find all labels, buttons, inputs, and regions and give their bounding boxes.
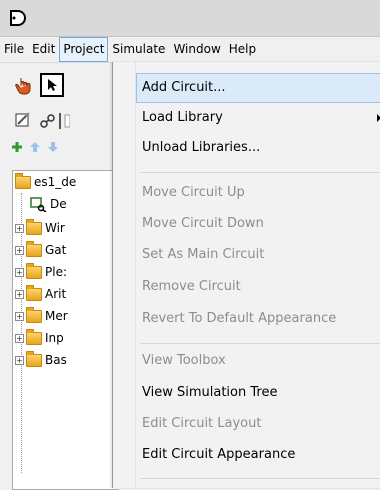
logisim-logo-icon xyxy=(10,10,26,26)
project-menu-dropdown: Add Circuit... Load Library Unload Libra… xyxy=(112,62,380,488)
folder-icon xyxy=(26,328,42,345)
folder-icon xyxy=(26,306,42,323)
tree-folder-label: Bas xyxy=(45,353,67,367)
menu-edit[interactable]: Edit xyxy=(28,37,59,62)
folder-icon xyxy=(26,284,42,301)
tree-folder-label: Ple: xyxy=(45,265,67,279)
move-up-tool-button[interactable] xyxy=(28,139,42,155)
folder-icon xyxy=(26,218,42,235)
folder-icon xyxy=(26,350,42,367)
menu-separator xyxy=(140,343,380,344)
project-explorer-tree[interactable]: es1_de De + Wir + Gat + Ple: + Arit + Me… xyxy=(12,170,119,490)
tree-folder-label: Arit xyxy=(45,287,67,301)
tree-folder-label: Gat xyxy=(45,243,67,257)
tree-item-base[interactable]: + Bas xyxy=(15,350,67,369)
menu-item-load-library[interactable]: Load Library xyxy=(136,103,380,133)
tree-item-wiring[interactable]: + Wir xyxy=(15,218,65,237)
expand-icon[interactable]: + xyxy=(15,223,24,233)
wiring-icon xyxy=(15,112,30,127)
folder-icon xyxy=(26,240,42,257)
tree-circuit-label: De xyxy=(50,197,67,211)
menu-item-view-simulation-tree[interactable]: View Simulation Tree xyxy=(136,378,380,408)
tree-item-arithmetic[interactable]: + Arit xyxy=(15,284,67,303)
arrow-up-icon xyxy=(30,142,40,152)
circuit-magnifier-icon xyxy=(30,197,47,212)
add-circuit-tool-button[interactable] xyxy=(10,139,24,155)
toolbar-area xyxy=(0,63,118,163)
tree-root[interactable]: es1_de xyxy=(15,172,77,191)
menu-item-remove-circuit[interactable]: Remove Circuit xyxy=(136,272,380,302)
poke-tool-button[interactable] xyxy=(12,73,36,97)
expand-icon[interactable]: + xyxy=(15,289,24,299)
menu-item-revert-to-default-appearance[interactable]: Revert To Default Appearance xyxy=(136,304,380,334)
tree-folder-label: Mer xyxy=(45,309,68,323)
tree-item-circuit[interactable]: De xyxy=(29,195,67,213)
wiring-tool-button[interactable] xyxy=(12,109,36,133)
tree-item-gates[interactable]: + Gat xyxy=(15,240,67,259)
tree-folder-label: Wir xyxy=(45,221,65,235)
chain-icon xyxy=(40,114,55,128)
folder-icon xyxy=(26,262,42,279)
tree-item-plexers[interactable]: + Ple: xyxy=(15,262,67,281)
menu-item-move-circuit-up[interactable]: Move Circuit Up xyxy=(136,178,380,208)
select-tool-button[interactable] xyxy=(40,73,64,97)
menu-item-view-toolbox[interactable]: View Toolbox xyxy=(136,346,380,376)
menu-item-edit-circuit-layout[interactable]: Edit Circuit Layout xyxy=(136,409,380,439)
expand-icon[interactable]: + xyxy=(15,267,24,277)
hand-icon xyxy=(15,78,31,95)
move-down-tool-button[interactable] xyxy=(46,139,60,155)
tree-item-memory[interactable]: + Mer xyxy=(15,306,68,325)
menu-simulate[interactable]: Simulate xyxy=(108,37,169,62)
expand-icon[interactable]: + xyxy=(15,333,24,343)
tree-root-label: es1_de xyxy=(34,175,77,189)
expand-icon[interactable]: + xyxy=(15,245,24,255)
folder-icon xyxy=(15,172,31,189)
arrow-down-icon xyxy=(48,142,58,152)
menu-file[interactable]: File xyxy=(0,37,28,62)
menu-project[interactable]: Project xyxy=(59,37,109,62)
menu-separator xyxy=(140,172,380,173)
toolbar-separator xyxy=(58,109,70,133)
expand-icon[interactable]: + xyxy=(15,311,24,321)
tree-folder-label: Inp xyxy=(45,331,64,345)
arrow-cursor-icon xyxy=(48,79,57,91)
menu-item-edit-circuit-appearance[interactable]: Edit Circuit Appearance xyxy=(136,440,380,470)
menu-item-add-circuit[interactable]: Add Circuit... xyxy=(136,73,380,103)
expand-icon[interactable]: + xyxy=(15,355,24,365)
menu-help[interactable]: Help xyxy=(225,37,260,62)
menu-window[interactable]: Window xyxy=(169,37,224,62)
menu-item-set-as-main-circuit[interactable]: Set As Main Circuit xyxy=(136,240,380,270)
title-bar xyxy=(0,0,380,37)
menu-bar: File Edit Project Simulate Window Help xyxy=(0,37,380,63)
menu-gutter xyxy=(113,62,136,488)
menu-separator xyxy=(140,478,380,479)
menu-item-unload-libraries[interactable]: Unload Libraries... xyxy=(136,133,380,163)
tree-item-input-output[interactable]: + Inp xyxy=(15,328,64,347)
menu-item-label: Load Library xyxy=(142,110,223,125)
add-icon xyxy=(12,142,22,152)
text-tool-button[interactable] xyxy=(36,109,60,133)
menu-item-move-circuit-down[interactable]: Move Circuit Down xyxy=(136,209,380,239)
